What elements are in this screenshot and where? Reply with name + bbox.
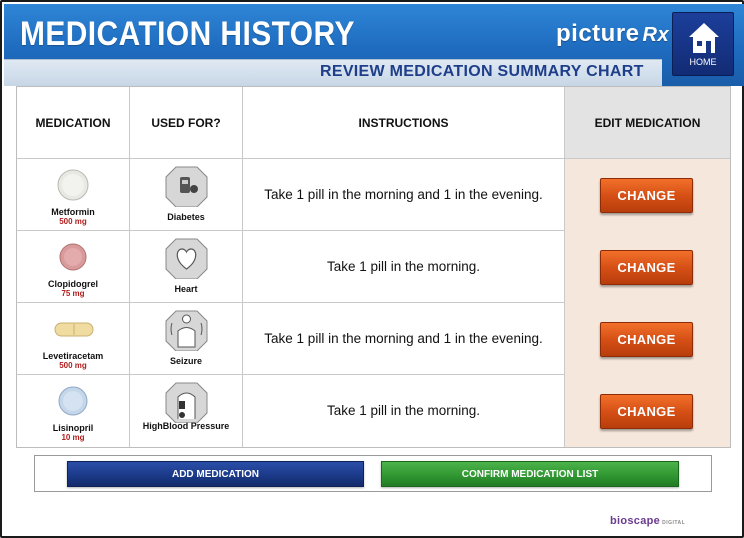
edit-cell: CHANGE — [565, 159, 730, 231]
instructions-cell: Take 1 pill in the morning and 1 in the … — [243, 303, 565, 375]
page-subtitle: REVIEW MEDICATION SUMMARY CHART — [320, 63, 644, 80]
blood-pressure-cuff-icon — [165, 382, 208, 423]
change-button[interactable]: CHANGE — [600, 178, 693, 213]
medication-cell: Clopidogrel 75 mg — [17, 231, 130, 303]
glucose-meter-icon — [165, 166, 208, 207]
confirm-medication-list-button[interactable]: CONFIRM MEDICATION LIST — [381, 461, 679, 487]
house-icon — [689, 23, 719, 53]
medication-name: Lisinopril — [52, 423, 94, 433]
page-title: MEDICATION HISTORY — [20, 15, 355, 53]
medication-name: Clopidogrel — [48, 279, 98, 289]
medication-dose: 75 mg — [61, 289, 85, 298]
medication-name: Metformin — [51, 207, 95, 217]
column-header-medication: MEDICATION — [17, 87, 130, 159]
medication-cell: Lisinopril 10 mg — [17, 375, 130, 447]
bioscape-logo-sub: DIGITAL — [662, 520, 686, 526]
medication-dose: 10 mg — [61, 433, 85, 442]
instructions-cell: Take 1 pill in the morning. — [243, 231, 565, 303]
column-header-used-for: USED FOR? — [130, 87, 243, 159]
used-for-cell: HighBlood Pressure — [130, 375, 243, 447]
table-row: Lisinopril 10 mg HighBlood Pressure Take… — [17, 375, 730, 447]
round-blue-pill-icon — [58, 386, 88, 416]
round-pink-pill-icon — [59, 243, 87, 271]
add-medication-button[interactable]: ADD MEDICATION — [67, 461, 364, 487]
used-for-cell: Heart — [130, 231, 243, 303]
used-for-cell: Seizure — [130, 303, 243, 375]
used-for-label: Seizure — [169, 356, 202, 366]
oblong-yellow-pill-icon — [54, 322, 94, 337]
used-for-label: Heart — [174, 284, 198, 294]
used-for-cell: Diabetes — [130, 159, 243, 231]
medication-name: Levetiracetam — [42, 351, 104, 361]
edit-cell: CHANGE — [565, 231, 730, 303]
home-button[interactable]: HOME — [672, 12, 734, 76]
medication-dose: 500 mg — [59, 361, 87, 370]
edit-cell: CHANGE — [565, 375, 730, 447]
home-label: HOME — [689, 57, 717, 67]
round-white-pill-icon — [57, 169, 89, 201]
medication-table: MEDICATION USED FOR? INSTRUCTIONS EDIT M… — [16, 86, 731, 448]
table-row: Metformin 500 mg Diabetes Take 1 pill in… — [17, 159, 730, 231]
column-header-edit: EDIT MEDICATION — [565, 87, 730, 159]
bioscape-logo: bioscape DIGITAL — [610, 515, 685, 527]
person-seizure-icon — [165, 310, 208, 351]
change-button[interactable]: CHANGE — [600, 322, 693, 357]
instructions-cell: Take 1 pill in the morning and 1 in the … — [243, 159, 565, 231]
logo-text: picture — [556, 20, 640, 47]
used-for-label: Diabetes — [167, 212, 205, 222]
table-row: Clopidogrel 75 mg Heart Take 1 pill in t… — [17, 231, 730, 303]
logo-rx: Rx — [642, 24, 670, 46]
medication-dose: 500 mg — [59, 217, 87, 226]
action-bar: ADD MEDICATION CONFIRM MEDICATION LIST — [34, 455, 712, 492]
bioscape-logo-text: bioscape — [610, 515, 661, 527]
medication-cell: Metformin 500 mg — [17, 159, 130, 231]
app-window: MEDICATION HISTORY picture Rx REVIEW MEDI… — [0, 0, 744, 538]
column-header-instructions: INSTRUCTIONS — [243, 87, 565, 159]
picture-rx-logo: picture Rx — [556, 20, 669, 48]
table-row: Levetiracetam 500 mg Seizure Take 1 pill… — [17, 303, 730, 375]
header-bar: MEDICATION HISTORY picture Rx REVIEW MEDI… — [4, 4, 744, 86]
instructions-cell: Take 1 pill in the morning. — [243, 375, 565, 447]
used-for-label: HighBlood Pressure — [142, 421, 230, 431]
heart-icon — [165, 238, 208, 279]
change-button[interactable]: CHANGE — [600, 394, 693, 429]
change-button[interactable]: CHANGE — [600, 250, 693, 285]
edit-cell: CHANGE — [565, 303, 730, 375]
medication-cell: Levetiracetam 500 mg — [17, 303, 130, 375]
